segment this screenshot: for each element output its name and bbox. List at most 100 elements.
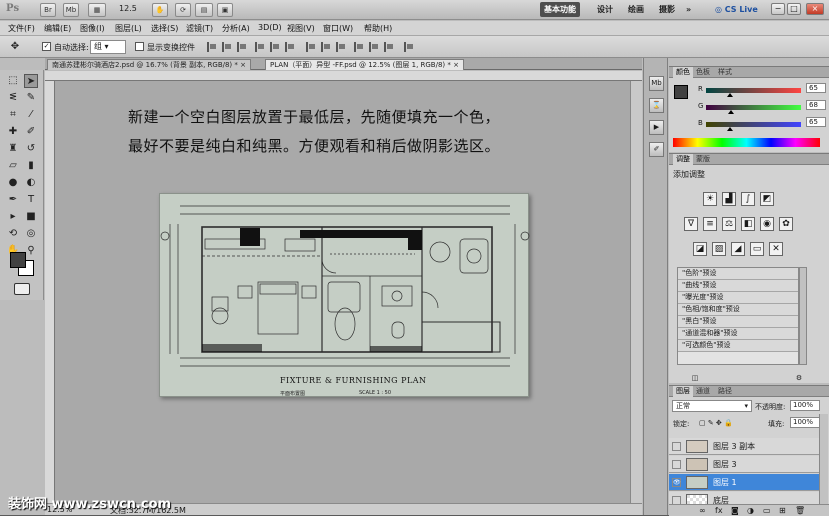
exposure-icon[interactable]: ◩: [760, 192, 774, 206]
zoom-tool-icon[interactable]: ⚲: [24, 244, 38, 258]
align-left-icon[interactable]: [255, 42, 265, 52]
adjustment-layer-icon[interactable]: ◑: [747, 506, 754, 515]
menu-3d[interactable]: 3D(D): [258, 23, 282, 32]
distribute-bottom-icon[interactable]: [336, 42, 346, 52]
move-tool-icon[interactable]: ➤: [24, 74, 38, 88]
group-icon[interactable]: ▭: [763, 506, 771, 515]
close-icon[interactable]: ×: [240, 61, 246, 69]
rotate-view-icon[interactable]: ⟳: [175, 3, 191, 17]
layer-row-selected[interactable]: 👁 图层 1: [669, 474, 819, 491]
gradient-tool-icon[interactable]: ▮: [24, 159, 38, 173]
distribute-right-icon[interactable]: [384, 42, 394, 52]
minimize-button[interactable]: −: [771, 3, 785, 15]
align-right-icon[interactable]: [285, 42, 295, 52]
adjustment-options-icon[interactable]: ◫: [689, 374, 701, 383]
distribute-left-icon[interactable]: [354, 42, 364, 52]
tab-color[interactable]: 颜色: [673, 67, 693, 78]
tab-swatches[interactable]: 色板: [693, 67, 713, 78]
tab-layers[interactable]: 图层: [673, 386, 693, 397]
link-layers-icon[interactable]: ∞: [699, 506, 706, 515]
tab-channels[interactable]: 通道: [693, 386, 713, 397]
menu-help[interactable]: 帮助(H): [364, 23, 392, 34]
quick-select-tool-icon[interactable]: ✎: [24, 91, 38, 105]
auto-align-icon[interactable]: [404, 42, 414, 52]
menu-layer[interactable]: 图层(L): [115, 23, 142, 34]
green-value-field[interactable]: 68: [806, 100, 826, 110]
workspace-photography[interactable]: 摄影: [655, 2, 679, 17]
color-panel-foreground-swatch[interactable]: [674, 85, 688, 99]
workspace-painting[interactable]: 绘画: [624, 2, 648, 17]
align-bottom-icon[interactable]: [237, 42, 247, 52]
preset-exposure[interactable]: "曝光度"预设: [678, 292, 798, 304]
preset-hue-saturation[interactable]: "色相/饱和度"预设: [678, 304, 798, 316]
cs-live-button[interactable]: ◎ CS Live: [711, 2, 762, 17]
green-slider-thumb[interactable]: [728, 110, 734, 114]
menu-edit[interactable]: 编辑(E): [44, 23, 71, 34]
clone-stamp-tool-icon[interactable]: ♜: [6, 142, 20, 156]
align-hcenter-icon[interactable]: [270, 42, 280, 52]
foreground-color-swatch[interactable]: [10, 252, 26, 268]
crop-tool-icon[interactable]: ⌗: [6, 108, 20, 122]
pen-tool-icon[interactable]: ✒: [6, 193, 20, 207]
blue-slider[interactable]: [706, 122, 801, 127]
3d-orbit-tool-icon[interactable]: ◎: [24, 227, 38, 241]
gradient-map-icon[interactable]: ▭: [750, 242, 764, 256]
mini-bridge-button[interactable]: Mb: [63, 3, 79, 17]
move-tool-preset-icon[interactable]: ✥: [8, 40, 22, 54]
red-slider-thumb[interactable]: [727, 93, 733, 97]
eyedropper-tool-icon[interactable]: ⁄: [24, 108, 38, 122]
workspace-design[interactable]: 设计: [593, 2, 617, 17]
align-vcenter-icon[interactable]: [222, 42, 232, 52]
marquee-tool-icon[interactable]: ⬚: [6, 74, 20, 88]
mini-bridge-panel-icon[interactable]: Mb: [649, 76, 664, 91]
history-brush-tool-icon[interactable]: ↺: [24, 142, 38, 156]
lock-icons[interactable]: ▢ ✎ ✥ 🔒: [699, 419, 733, 427]
layers-scrollbar[interactable]: [819, 414, 828, 508]
workspace-more-button[interactable]: »: [682, 2, 695, 17]
screen-mode-icon[interactable]: ▣: [217, 3, 233, 17]
visibility-toggle[interactable]: [672, 460, 681, 469]
invert-icon[interactable]: ◪: [693, 242, 707, 256]
tab-masks[interactable]: 蒙版: [693, 154, 713, 165]
tab-styles[interactable]: 样式: [715, 67, 735, 78]
healing-brush-tool-icon[interactable]: ✚: [6, 125, 20, 139]
lasso-tool-icon[interactable]: ᓬ: [6, 91, 20, 105]
horizontal-ruler[interactable]: [45, 71, 642, 81]
blue-slider-thumb[interactable]: [727, 127, 733, 131]
green-slider[interactable]: [706, 105, 801, 110]
zoom-level[interactable]: 12.5: [119, 4, 137, 13]
tab-adjustments[interactable]: 调整: [673, 154, 693, 165]
color-spectrum-bar[interactable]: [673, 138, 820, 147]
menu-file[interactable]: 文件(F): [8, 23, 35, 34]
dodge-tool-icon[interactable]: ◐: [24, 176, 38, 190]
distribute-hcenter-icon[interactable]: [369, 42, 379, 52]
vertical-ruler[interactable]: [45, 81, 55, 503]
canvas-vertical-scrollbar[interactable]: [630, 81, 642, 503]
red-slider[interactable]: [706, 88, 801, 93]
new-layer-icon[interactable]: ⊞: [779, 506, 786, 515]
blur-tool-icon[interactable]: ●: [6, 176, 20, 190]
auto-select-checkbox[interactable]: ✓: [42, 42, 51, 51]
levels-icon[interactable]: ▟: [722, 192, 736, 206]
red-value-field[interactable]: 65: [806, 83, 826, 93]
show-transform-checkbox[interactable]: [135, 42, 144, 51]
brush-tool-icon[interactable]: ✐: [24, 125, 38, 139]
threshold-icon[interactable]: ◢: [731, 242, 745, 256]
fill-field[interactable]: 100%: [790, 417, 820, 428]
actions-panel-icon[interactable]: ▶: [649, 120, 664, 135]
brush-panel-icon[interactable]: ✐: [649, 142, 664, 157]
bridge-button[interactable]: Br: [40, 3, 56, 17]
preset-levels[interactable]: "色阶"预设: [678, 268, 798, 280]
menu-image[interactable]: 图像(I): [80, 23, 105, 34]
posterize-icon[interactable]: ▨: [712, 242, 726, 256]
presets-scrollbar[interactable]: [799, 267, 807, 365]
add-mask-icon[interactable]: ◙: [731, 506, 739, 515]
close-button[interactable]: ×: [806, 3, 824, 15]
layer-style-icon[interactable]: fx: [715, 506, 723, 515]
curves-icon[interactable]: ∫: [741, 192, 755, 206]
path-select-tool-icon[interactable]: ▸: [6, 210, 20, 224]
menu-analysis[interactable]: 分析(A): [222, 23, 250, 34]
layer-row[interactable]: 图层 3 副本: [669, 438, 819, 455]
preset-channel-mixer[interactable]: "通道混和器"预设: [678, 328, 798, 340]
color-balance-icon[interactable]: ⚖: [722, 217, 736, 231]
